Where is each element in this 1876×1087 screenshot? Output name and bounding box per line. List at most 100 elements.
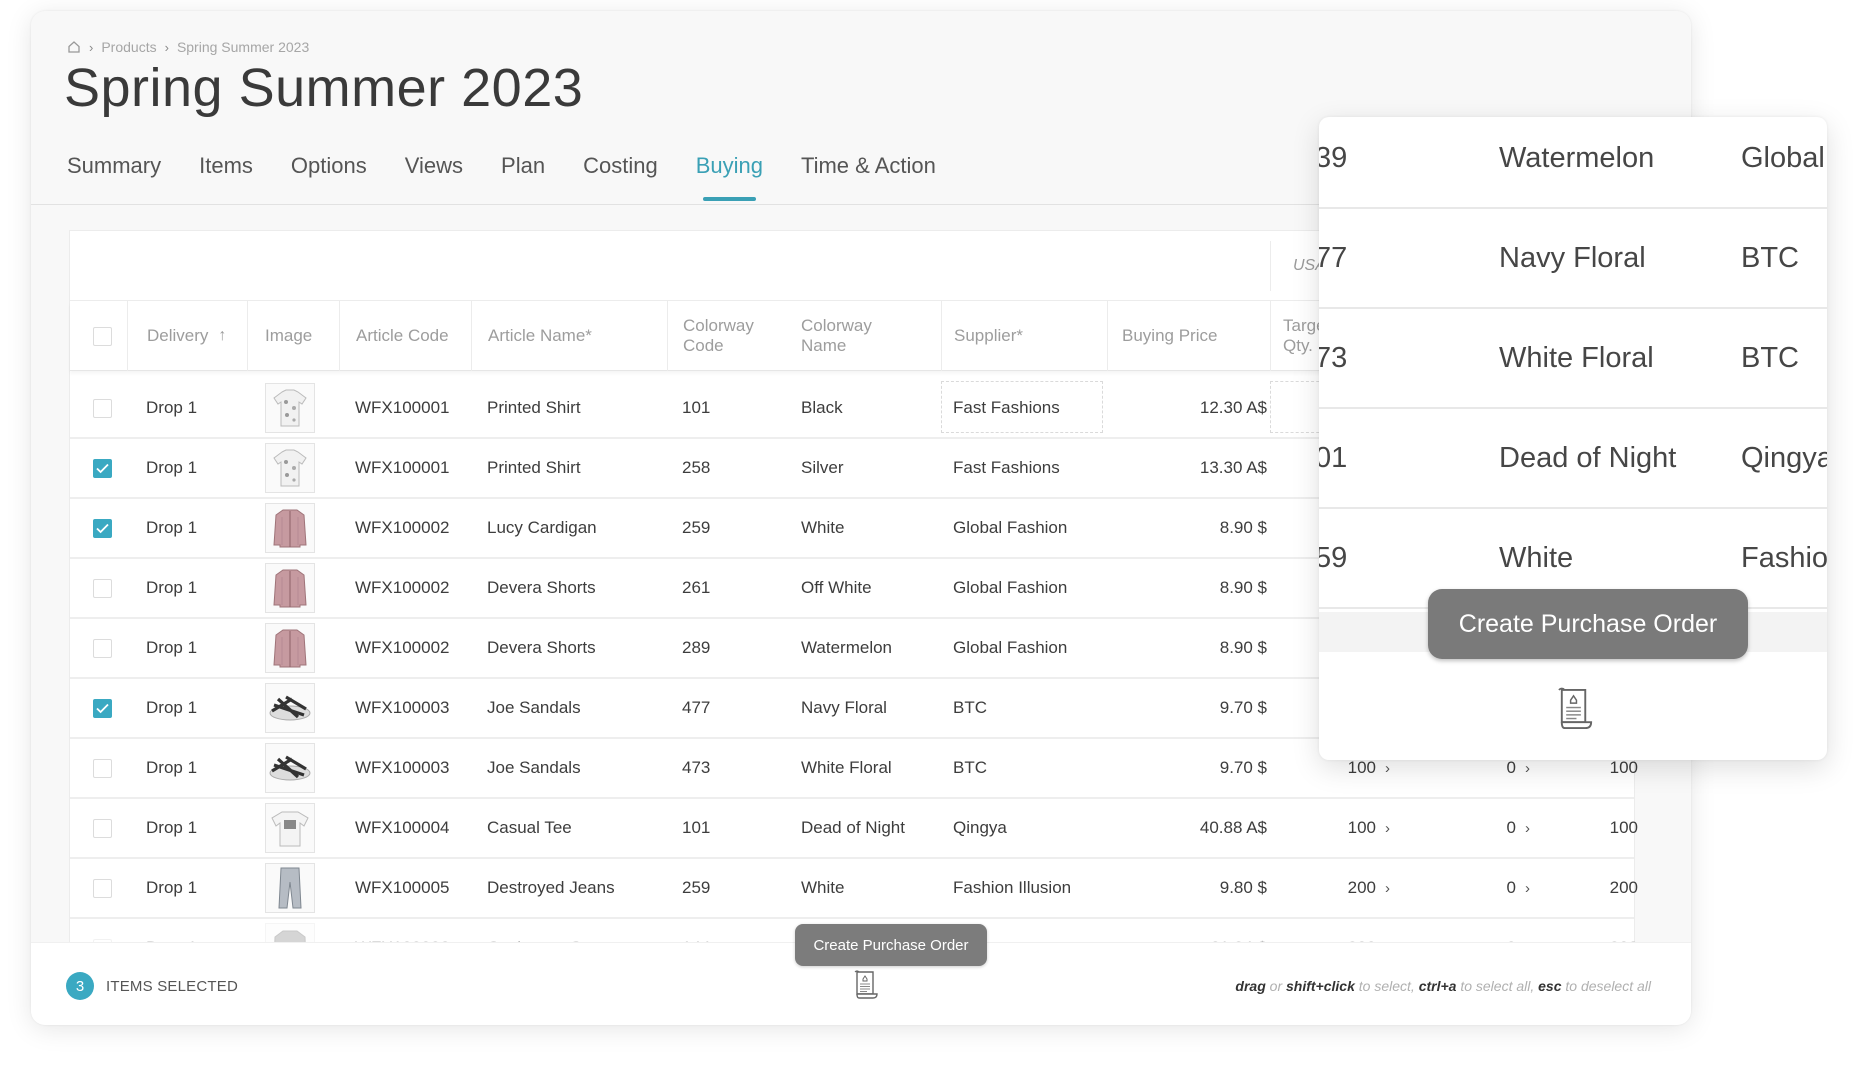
column-header-image[interactable]: Image xyxy=(247,301,339,371)
supplier-cell[interactable]: Global Fashion xyxy=(953,499,1067,557)
selected-count-label: ITEMS SELECTED xyxy=(106,978,238,995)
article-code-cell: WFX100002 xyxy=(355,518,450,537)
hint-key: shift+click xyxy=(1286,978,1355,994)
article-code-cell: WFX100001 xyxy=(355,398,450,417)
row-checkbox[interactable] xyxy=(93,398,112,418)
article-name-cell: Lucy Cardigan xyxy=(487,518,597,537)
colorway-code-cell: 259 xyxy=(682,518,711,537)
buying-price-cell: 40.88 A$ xyxy=(1199,818,1267,837)
overlay-supplier: BTC xyxy=(1741,341,1799,374)
product-thumbnail[interactable] xyxy=(265,383,315,433)
delivery-cell: Drop 1 xyxy=(146,758,198,777)
article-name-cell: Devera Shorts xyxy=(487,638,596,657)
delivery-cell: Drop 1 xyxy=(146,638,198,657)
product-thumbnail[interactable] xyxy=(265,803,315,853)
target-qty-cell[interactable]: 200 › xyxy=(1270,859,1390,917)
hint-text: to select all, xyxy=(1456,978,1539,994)
tab-plan[interactable]: Plan xyxy=(501,153,545,201)
create-purchase-order-button[interactable]: Create Purchase Order xyxy=(795,924,987,966)
table-row[interactable]: Drop 1 WFX100005 Destroyed Jeans 259 White Fa… xyxy=(70,859,1638,919)
chevron-right-icon: › xyxy=(1385,759,1390,777)
row-checkbox[interactable] xyxy=(93,818,112,838)
tab-costing[interactable]: Costing xyxy=(583,153,658,201)
column-header-delivery[interactable]: Delivery ↑ xyxy=(127,301,247,371)
overlay-colorway-code: 59 xyxy=(1319,541,1348,574)
column-header-article-name[interactable]: Article Name* xyxy=(471,301,667,371)
tab-views[interactable]: Views xyxy=(405,153,463,201)
row-select-cell xyxy=(93,799,112,857)
colorway-code-cell: 289 xyxy=(682,638,711,657)
tab-buying[interactable]: Buying xyxy=(696,153,763,201)
supplier-cell[interactable]: Fast Fashions xyxy=(953,439,1060,497)
target-qty-value: 100 xyxy=(1347,758,1376,777)
article-code-cell: WFX100005 xyxy=(355,878,450,897)
tab-bar: Summary Items Options Views Plan Costing… xyxy=(67,153,974,201)
row-checkbox[interactable] xyxy=(93,878,112,898)
row-checkbox[interactable] xyxy=(93,518,112,538)
row-checkbox[interactable] xyxy=(93,638,112,658)
purchase-order-scroll-icon[interactable] xyxy=(853,970,879,1000)
supplier-cell[interactable]: BTC xyxy=(953,739,987,797)
supplier-cell[interactable]: Global Fashion xyxy=(953,619,1067,677)
product-thumbnail[interactable] xyxy=(265,503,315,553)
image-cell xyxy=(265,619,315,677)
tab-items[interactable]: Items xyxy=(199,153,253,201)
column-header-colorway-code[interactable]: Colorway Code xyxy=(667,301,785,371)
home-icon[interactable] xyxy=(67,40,81,54)
chevron-right-icon: › xyxy=(1385,879,1390,897)
column-header-colorway-name[interactable]: Colorway Name xyxy=(801,301,941,371)
select-all-checkbox[interactable] xyxy=(93,326,112,346)
product-thumbnail[interactable] xyxy=(265,443,315,493)
table-row[interactable]: Drop 1 WFX100004 Casual Tee 101 Dead of Nigh… xyxy=(70,799,1638,859)
buying-price-cell: 8.90 $ xyxy=(1219,638,1267,657)
selection-hint: drag or shift+click to select, ctrl+a to… xyxy=(1235,978,1651,994)
overlay-colorway-name: Navy Floral xyxy=(1499,241,1646,274)
colorway-code-cell: 259 xyxy=(682,878,711,897)
breadcrumb-separator: › xyxy=(89,39,94,55)
article-name-cell: Joe Sandals xyxy=(487,698,581,717)
create-purchase-order-button-zoomed[interactable]: Create Purchase Order xyxy=(1428,589,1748,659)
column-label: Buying Price xyxy=(1122,326,1218,345)
qty-allocated-cell[interactable]: 0› xyxy=(1410,799,1530,857)
hint-text: to deselect all xyxy=(1561,978,1651,994)
row-checkbox[interactable] xyxy=(93,458,112,478)
tab-summary[interactable]: Summary xyxy=(67,153,161,201)
supplier-edit-box[interactable] xyxy=(941,381,1103,433)
column-header-supplier[interactable]: Supplier* xyxy=(941,301,1107,371)
colorway-name-cell: White Floral xyxy=(801,758,892,777)
product-thumbnail[interactable] xyxy=(265,743,315,793)
supplier-cell[interactable]: Qingya xyxy=(953,799,1007,857)
overlay-colorway-name: Watermelon xyxy=(1499,141,1655,174)
row-checkbox[interactable] xyxy=(93,758,112,778)
article-code-cell: WFX100004 xyxy=(355,818,450,837)
supplier-cell[interactable]: Fashion Illusion xyxy=(953,859,1071,917)
supplier-cell[interactable]: BTC xyxy=(953,679,987,737)
product-thumbnail[interactable] xyxy=(265,683,315,733)
overlay-row: 77 Navy Floral BTC xyxy=(1319,209,1827,309)
supplier-cell[interactable]: Global Fashion xyxy=(953,559,1067,617)
colorway-name-cell: Black xyxy=(801,398,843,417)
colorway-name-cell: White xyxy=(801,878,845,897)
column-header-article-code[interactable]: Article Code xyxy=(339,301,471,371)
qty-allocated-cell[interactable]: 0› xyxy=(1410,859,1530,917)
image-cell xyxy=(265,439,315,497)
tab-time-action[interactable]: Time & Action xyxy=(801,153,936,201)
column-header-buying-price[interactable]: Buying Price xyxy=(1107,301,1270,371)
column-label: Colorway Code xyxy=(683,316,754,355)
breadcrumb-products[interactable]: Products xyxy=(101,39,156,55)
row-checkbox[interactable] xyxy=(93,578,112,598)
sort-ascending-icon[interactable]: ↑ xyxy=(218,326,226,346)
product-thumbnail[interactable] xyxy=(265,563,315,613)
overlay-supplier: Qingya xyxy=(1741,441,1827,474)
product-thumbnail[interactable] xyxy=(265,623,315,673)
target-qty-cell[interactable]: 100 › xyxy=(1270,799,1390,857)
article-name-cell: Casual Tee xyxy=(487,818,572,837)
tab-options[interactable]: Options xyxy=(291,153,367,201)
article-name-cell: Destroyed Jeans xyxy=(487,878,615,897)
product-thumbnail[interactable] xyxy=(265,863,315,913)
colorway-name-cell: Dead of Night xyxy=(801,818,905,837)
purchase-order-scroll-icon[interactable] xyxy=(1555,687,1595,731)
buying-price-cell: 9.70 $ xyxy=(1219,698,1267,717)
row-checkbox[interactable] xyxy=(93,698,112,718)
article-code-cell: WFX100003 xyxy=(355,698,450,717)
